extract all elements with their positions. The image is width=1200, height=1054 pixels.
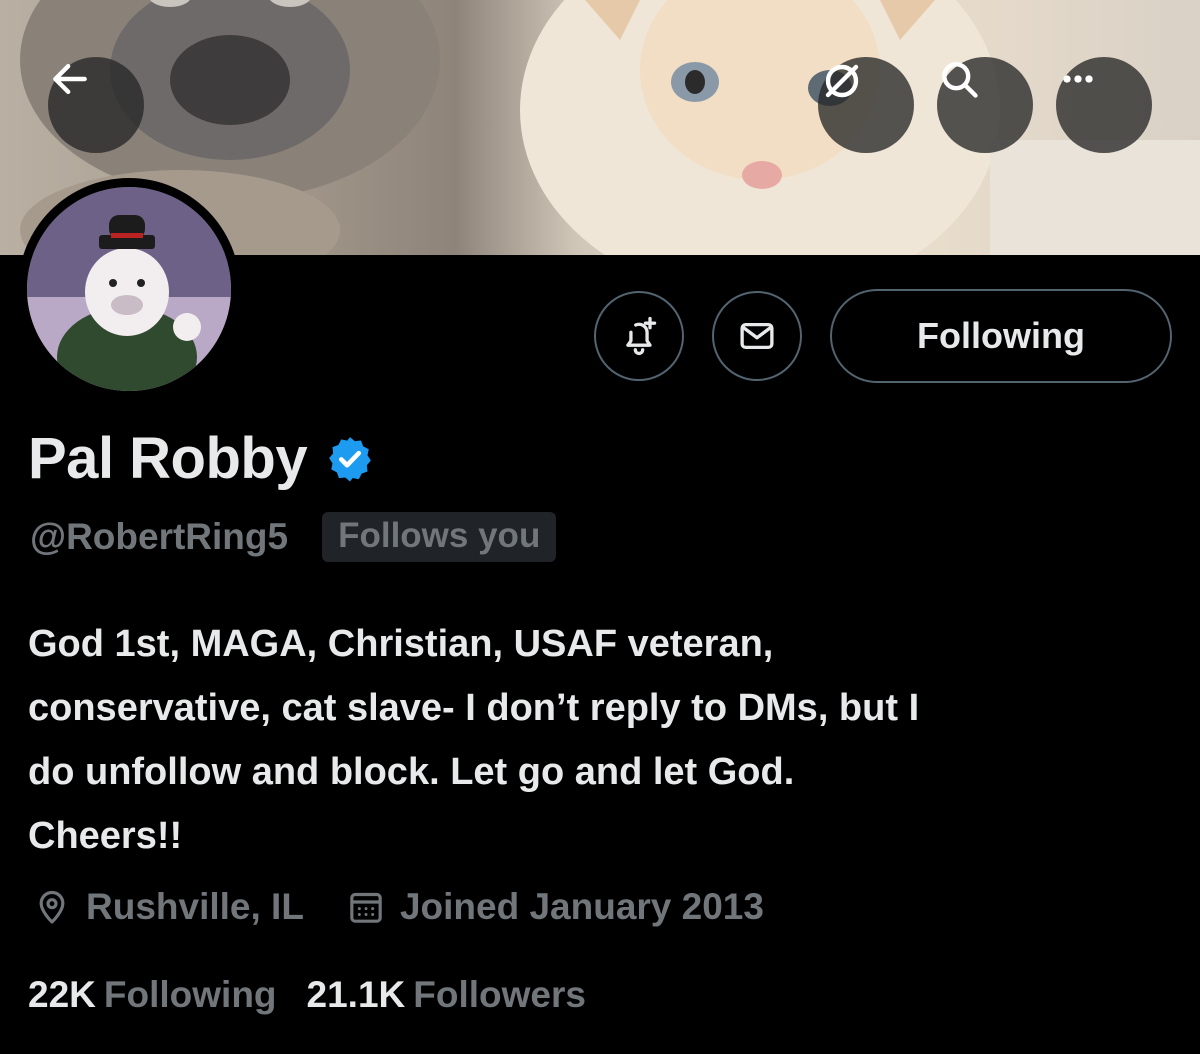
following-button[interactable]: Following [830,289,1172,383]
handle-row: @RobertRing5 Follows you [30,512,557,562]
arrow-left-icon [53,63,87,95]
following-label: Following [103,974,277,1015]
calendar-icon [350,892,382,923]
location-pin-icon [39,890,65,924]
name-row: Pal Robby [28,425,375,492]
handle: @RobertRing5 [30,516,289,557]
envelope-icon [740,322,774,350]
more-button[interactable] [1056,57,1152,153]
back-button[interactable] [48,57,144,153]
profile-meta: Rushville, IL Joined January 2013 [32,886,806,928]
location-text: Rushville, IL [86,886,304,927]
followers-count: 21.1K [306,974,406,1015]
bio-line: conservative, cat slave- I don’t reply t… [28,687,920,729]
follows-you-badge: Follows you [322,512,557,562]
avatar[interactable] [18,178,240,400]
bio-line: Cheers!! [28,815,183,857]
notify-button[interactable] [594,291,684,381]
display-name: Pal Robby [28,426,308,491]
bio-line: God 1st, MAGA, Christian, USAF veteran, [28,623,774,665]
grok-icon [825,64,859,98]
more-dots-icon [1063,75,1093,83]
location: Rushville, IL [32,886,304,928]
search-icon [942,62,978,98]
search-button[interactable] [937,57,1033,153]
grok-button[interactable] [818,57,914,153]
join-date: Joined January 2013 [346,886,764,928]
message-button[interactable] [712,291,802,381]
join-date-text: Joined January 2013 [399,886,764,927]
following-count: 22K [28,974,96,1015]
following-stat[interactable]: 22K Following [28,974,277,1016]
verified-badge-icon[interactable] [325,434,375,484]
followers-stat[interactable]: 21.1K Followers [307,974,586,1016]
bio: God 1st, MAGA, Christian, USAF veteran, … [28,612,1178,868]
avatar-image [27,187,231,391]
bio-line: do unfollow and block. Let go and let Go… [28,751,795,793]
follow-stats: 22K Following 21.1K Followers [28,974,616,1016]
bell-plus-icon [626,316,657,356]
followers-label: Followers [413,974,586,1015]
